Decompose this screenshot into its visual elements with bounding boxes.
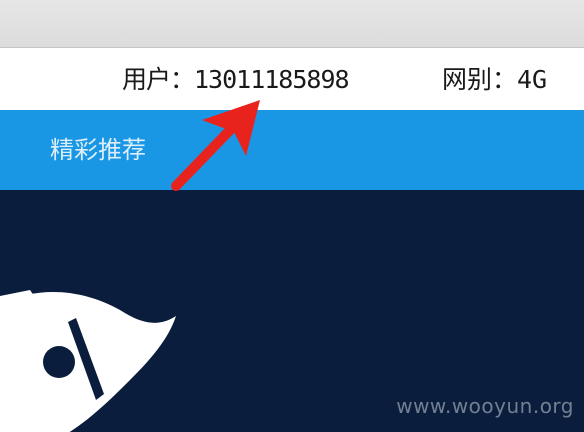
browser-top-bar	[0, 0, 584, 48]
tab-featured[interactable]: 精彩推荐	[50, 134, 146, 166]
nav-bar: 精彩推荐	[0, 110, 584, 190]
user-phone-label: 用户：13011185898	[122, 65, 350, 94]
account-info-bar: 用户：13011185898 网别：4G	[0, 48, 584, 110]
watermark-text: www.wooyun.org	[396, 394, 574, 418]
network-type-label: 网别：4G	[442, 65, 548, 94]
